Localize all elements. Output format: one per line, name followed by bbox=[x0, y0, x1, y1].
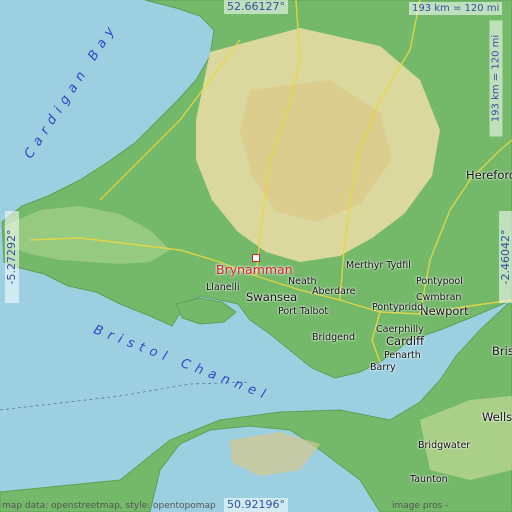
target-place-label: Brynamman bbox=[216, 262, 293, 277]
image-credit: image pros - elevation.city bbox=[392, 501, 449, 511]
north-latitude-label: 52.66127° bbox=[224, 0, 288, 14]
city-port-talbot: Port Talbot bbox=[278, 306, 329, 317]
east-longitude-label: -2.46042° bbox=[499, 211, 512, 303]
city-newport: Newport bbox=[420, 304, 469, 318]
scale-label-top: 193 km = 120 mi bbox=[409, 2, 503, 15]
city-merthyr-tydfil: Merthyr Tydfil bbox=[346, 260, 411, 271]
city-pontypool: Pontypool bbox=[416, 276, 463, 287]
west-longitude-label: -5.27292° bbox=[5, 211, 19, 303]
city-aberdare: Aberdare bbox=[312, 286, 356, 297]
south-latitude-label: 50.92196° bbox=[224, 498, 288, 512]
city-taunton: Taunton bbox=[410, 474, 448, 485]
city-llanelli: Llanelli bbox=[206, 282, 240, 293]
city-wells: Wells bbox=[482, 410, 512, 424]
city-barry: Barry bbox=[370, 362, 396, 373]
city-bristol: Bristol bbox=[492, 344, 512, 358]
map-view[interactable]: Cardigan Bay Bristol Channel Llanelli Sw… bbox=[0, 0, 512, 512]
city-bridgend: Bridgend bbox=[312, 332, 356, 343]
city-penarth: Penarth bbox=[384, 350, 421, 361]
city-bridgwater: Bridgwater bbox=[418, 440, 471, 451]
city-hereford: Hereford bbox=[466, 168, 512, 182]
map-attribution: map data: openstreetmap, style: opentopo… bbox=[2, 501, 216, 511]
city-cardiff: Cardiff bbox=[386, 334, 425, 348]
city-swansea: Swansea bbox=[246, 290, 298, 304]
city-pontypridd: Pontypridd bbox=[372, 302, 424, 313]
location-marker-icon[interactable] bbox=[252, 254, 260, 262]
scale-label-right: 193 km = 120 mi bbox=[489, 20, 503, 137]
